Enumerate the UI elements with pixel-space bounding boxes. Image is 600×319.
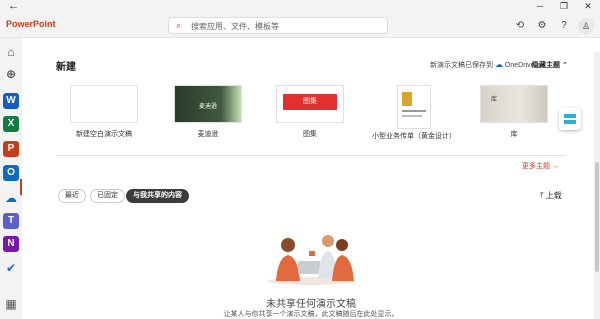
onedrive-icon: ☁ — [494, 60, 503, 69]
main-content: 新建 新演示文稿已保存到 ☁ OneDrive 隐藏主题 ⌃ 新建空白演示文稿 … — [22, 38, 600, 319]
sidebar-todo-icon[interactable]: ✔ — [3, 260, 19, 276]
settings-icon[interactable]: ⚙ — [534, 18, 550, 34]
tab-pinned[interactable]: 已固定 — [90, 189, 125, 203]
upload-button[interactable]: ⤒ 上载 — [540, 190, 562, 201]
sidebar-powerpoint-icon[interactable]: P — [3, 141, 19, 157]
person-body-left — [276, 255, 300, 281]
person-head-left — [281, 238, 295, 252]
thumbnail-line — [402, 110, 426, 112]
search-placeholder: 搜索应用、文件、模板等 — [191, 22, 279, 31]
person-head-middle — [322, 235, 334, 247]
thumbnail-art — [402, 92, 412, 106]
onedrive-save-note: 新演示文稿已保存到 ☁ OneDrive — [430, 60, 534, 70]
template-thumbnail — [70, 85, 138, 123]
search-icon: ⌕ — [176, 20, 182, 30]
vertical-scrollbar[interactable] — [594, 52, 600, 319]
onedrive-label: OneDrive — [504, 62, 535, 69]
tab-shared-with-me[interactable]: 与我共享的内容 — [126, 189, 189, 203]
upload-icon: ⤒ — [540, 191, 544, 200]
template-blank[interactable]: 新建空白演示文稿 — [70, 85, 138, 139]
restore-button[interactable]: ❐ — [552, 0, 576, 14]
arrow-right-icon: → — [551, 163, 559, 170]
search-input[interactable]: ⌕ 搜索应用、文件、模板等 — [168, 17, 388, 34]
section-divider — [56, 155, 566, 156]
title-bar: ← ─ ❐ ✕ — [0, 0, 600, 14]
thumbnail-line — [402, 115, 422, 117]
sidebar-teams-icon[interactable]: T — [3, 213, 19, 229]
thumbnail-text: 库 — [491, 97, 498, 103]
empty-state-title: 未共享任何演示文稿 — [266, 299, 356, 310]
template-label: 库 — [510, 131, 518, 138]
sidebar-outlook-icon[interactable]: O — [3, 165, 19, 181]
thumbnail-art — [564, 120, 576, 124]
thumbnail-text: 麦迪逊 — [199, 104, 218, 110]
hide-themes-label: 隐藏主题 — [532, 62, 560, 69]
help-icon[interactable]: ? — [556, 18, 572, 34]
app-header: PowerPoint ⌕ 搜索应用、文件、模板等 ⟲ ⚙ ? ♙ — [0, 14, 600, 38]
laptop-icon — [298, 261, 320, 274]
new-section-title: 新建 — [56, 62, 76, 73]
sidebar-excel-icon[interactable]: X — [3, 116, 19, 132]
template-label: 图集 — [303, 131, 317, 138]
more-themes-label: 更多主题 — [522, 163, 550, 170]
template-thumbnail: 图集 — [276, 85, 344, 123]
upload-label: 上载 — [545, 191, 562, 200]
template-madison[interactable]: 麦迪逊 麦迪逊 — [174, 85, 242, 139]
chat-bubble-icon — [309, 251, 315, 256]
account-icon[interactable]: ♙ — [578, 18, 594, 34]
chevron-up-icon: ⌃ — [561, 62, 568, 69]
header-actions: ⟲ ⚙ ? ♙ — [512, 18, 594, 34]
sidebar-more-apps-icon[interactable]: ▦ — [3, 296, 19, 312]
sidebar-home-icon[interactable]: ⌂ — [3, 44, 19, 60]
app-name[interactable]: PowerPoint — [6, 19, 56, 29]
template-atlas[interactable]: 图集 图集 — [276, 85, 344, 139]
tab-recent[interactable]: 最近 — [58, 189, 86, 203]
copilot-icon[interactable]: ⟲ — [512, 18, 528, 34]
scrollbar-thumb[interactable] — [595, 162, 599, 272]
sidebar-word-icon[interactable]: W — [3, 93, 19, 109]
template-flyer[interactable]: 小型业务传单（黄金设计） — [372, 85, 456, 141]
sidebar-onedrive-icon[interactable]: ☁ — [3, 190, 19, 206]
thumbnail-text: 图集 — [283, 94, 337, 110]
hide-themes-button[interactable]: 隐藏主题 ⌃ — [532, 60, 568, 70]
template-thumbnail — [397, 85, 431, 129]
template-label: 小型业务传单（黄金设计） — [372, 133, 456, 140]
template-gallery[interactable]: 库 库 — [480, 85, 548, 139]
sidebar-onenote-icon[interactable]: N — [3, 236, 19, 252]
thumbnail-art — [564, 114, 576, 118]
template-thumbnail: 麦迪逊 — [174, 85, 242, 123]
person-head-right — [336, 239, 348, 251]
more-themes-link[interactable]: 更多主题 → — [522, 161, 559, 171]
app-sidebar: ⌂ ⊕ W X P O ☁ T N ✔ ▦ — [0, 38, 22, 319]
window-controls: ─ ❐ ✕ — [528, 0, 600, 14]
person-body-right — [332, 255, 354, 281]
empty-state-illustration — [268, 235, 356, 285]
close-button[interactable]: ✕ — [576, 0, 600, 14]
onedrive-note-text: 新演示文稿已保存到 — [430, 62, 493, 69]
minimize-button[interactable]: ─ — [528, 0, 552, 14]
sidebar-create-icon[interactable]: ⊕ — [3, 66, 19, 82]
back-arrow-icon[interactable]: ← — [8, 0, 19, 12]
template-label: 新建空白演示文稿 — [76, 131, 132, 138]
template-next-peek[interactable] — [559, 108, 581, 130]
template-thumbnail: 库 — [480, 85, 548, 123]
empty-state-subtitle: 让某人与你共享一个演示文稿，此文稿随后在此处显示。 — [223, 311, 399, 318]
template-label: 麦迪逊 — [197, 131, 219, 138]
